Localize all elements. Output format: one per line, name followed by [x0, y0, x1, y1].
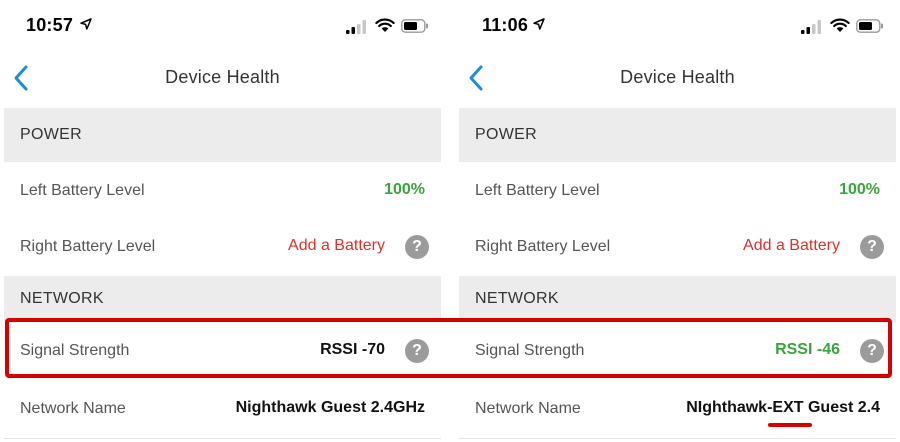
cellular-signal-icon [801, 20, 821, 34]
section-title: NETWORK [475, 290, 559, 307]
add-battery-link[interactable]: Add a Battery [743, 237, 840, 255]
wifi-icon [375, 18, 395, 32]
nav-bar: Device Health [455, 50, 900, 104]
page-title: Device Health [165, 67, 280, 87]
row-label: Right Battery Level [20, 238, 156, 255]
section-title: POWER [20, 126, 82, 143]
right-screen: 11:06 Device Health POWER Left Battery L… [455, 0, 900, 442]
row-label: Left Battery Level [475, 182, 600, 199]
page-title: Device Health [620, 67, 735, 87]
battery-icon [856, 19, 883, 33]
question-mark-icon[interactable]: ? [405, 339, 429, 363]
status-time: 10:57 [26, 15, 74, 35]
question-mark-icon[interactable]: ? [860, 235, 884, 259]
row-network-name: Network Name NIghthawk-EXT Guest 2.4 [459, 380, 896, 439]
cellular-signal-icon [346, 20, 366, 34]
row-right-battery: Right Battery Level Add a Battery ? [459, 218, 896, 277]
row-left-battery: Left Battery Level 100% [459, 162, 896, 221]
row-signal-strength: Signal Strength RSSI -70 ? [4, 322, 441, 381]
section-title: NETWORK [20, 290, 104, 307]
location-arrow-icon [533, 18, 545, 30]
section-header-power: POWER [459, 108, 896, 162]
left-battery-value: 100% [839, 181, 880, 198]
row-right-battery: Right Battery Level Add a Battery ? [4, 218, 441, 277]
status-bar: 10:57 [0, 0, 445, 44]
section-header-network: NETWORK [4, 276, 441, 322]
signal-strength-value: RSSI -46 [775, 341, 840, 358]
nav-bar: Device Health [0, 50, 445, 104]
row-label: Network Name [475, 400, 581, 417]
row-label: Left Battery Level [20, 182, 145, 199]
section-header-power: POWER [4, 108, 441, 162]
left-screen: 10:57 Device Health POWER Left Battery L… [0, 0, 445, 442]
row-label: Right Battery Level [475, 238, 611, 255]
battery-icon [401, 19, 428, 33]
row-label: Signal Strength [20, 342, 130, 359]
signal-strength-value: RSSI -70 [320, 341, 385, 358]
row-signal-strength: Signal Strength RSSI -46 ? [459, 322, 896, 381]
network-name-value: NIghthawk-EXT Guest 2.4 [686, 399, 880, 416]
question-mark-icon[interactable]: ? [860, 339, 884, 363]
ext-underline-annotation [768, 423, 812, 427]
row-label: Network Name [20, 400, 126, 417]
status-time: 11:06 [482, 15, 529, 35]
status-bar: 11:06 [455, 0, 900, 44]
section-header-network: NETWORK [459, 276, 896, 322]
network-name-value: Nighthawk Guest 2.4GHz [235, 399, 425, 416]
add-battery-link[interactable]: Add a Battery [288, 237, 385, 255]
row-label: Signal Strength [475, 342, 585, 359]
row-network-name: Network Name Nighthawk Guest 2.4GHz [4, 380, 441, 439]
question-mark-icon[interactable]: ? [405, 235, 429, 259]
location-arrow-icon [80, 18, 92, 30]
row-left-battery: Left Battery Level 100% [4, 162, 441, 221]
section-title: POWER [475, 126, 537, 143]
left-battery-value: 100% [384, 181, 425, 198]
wifi-icon [830, 18, 850, 32]
